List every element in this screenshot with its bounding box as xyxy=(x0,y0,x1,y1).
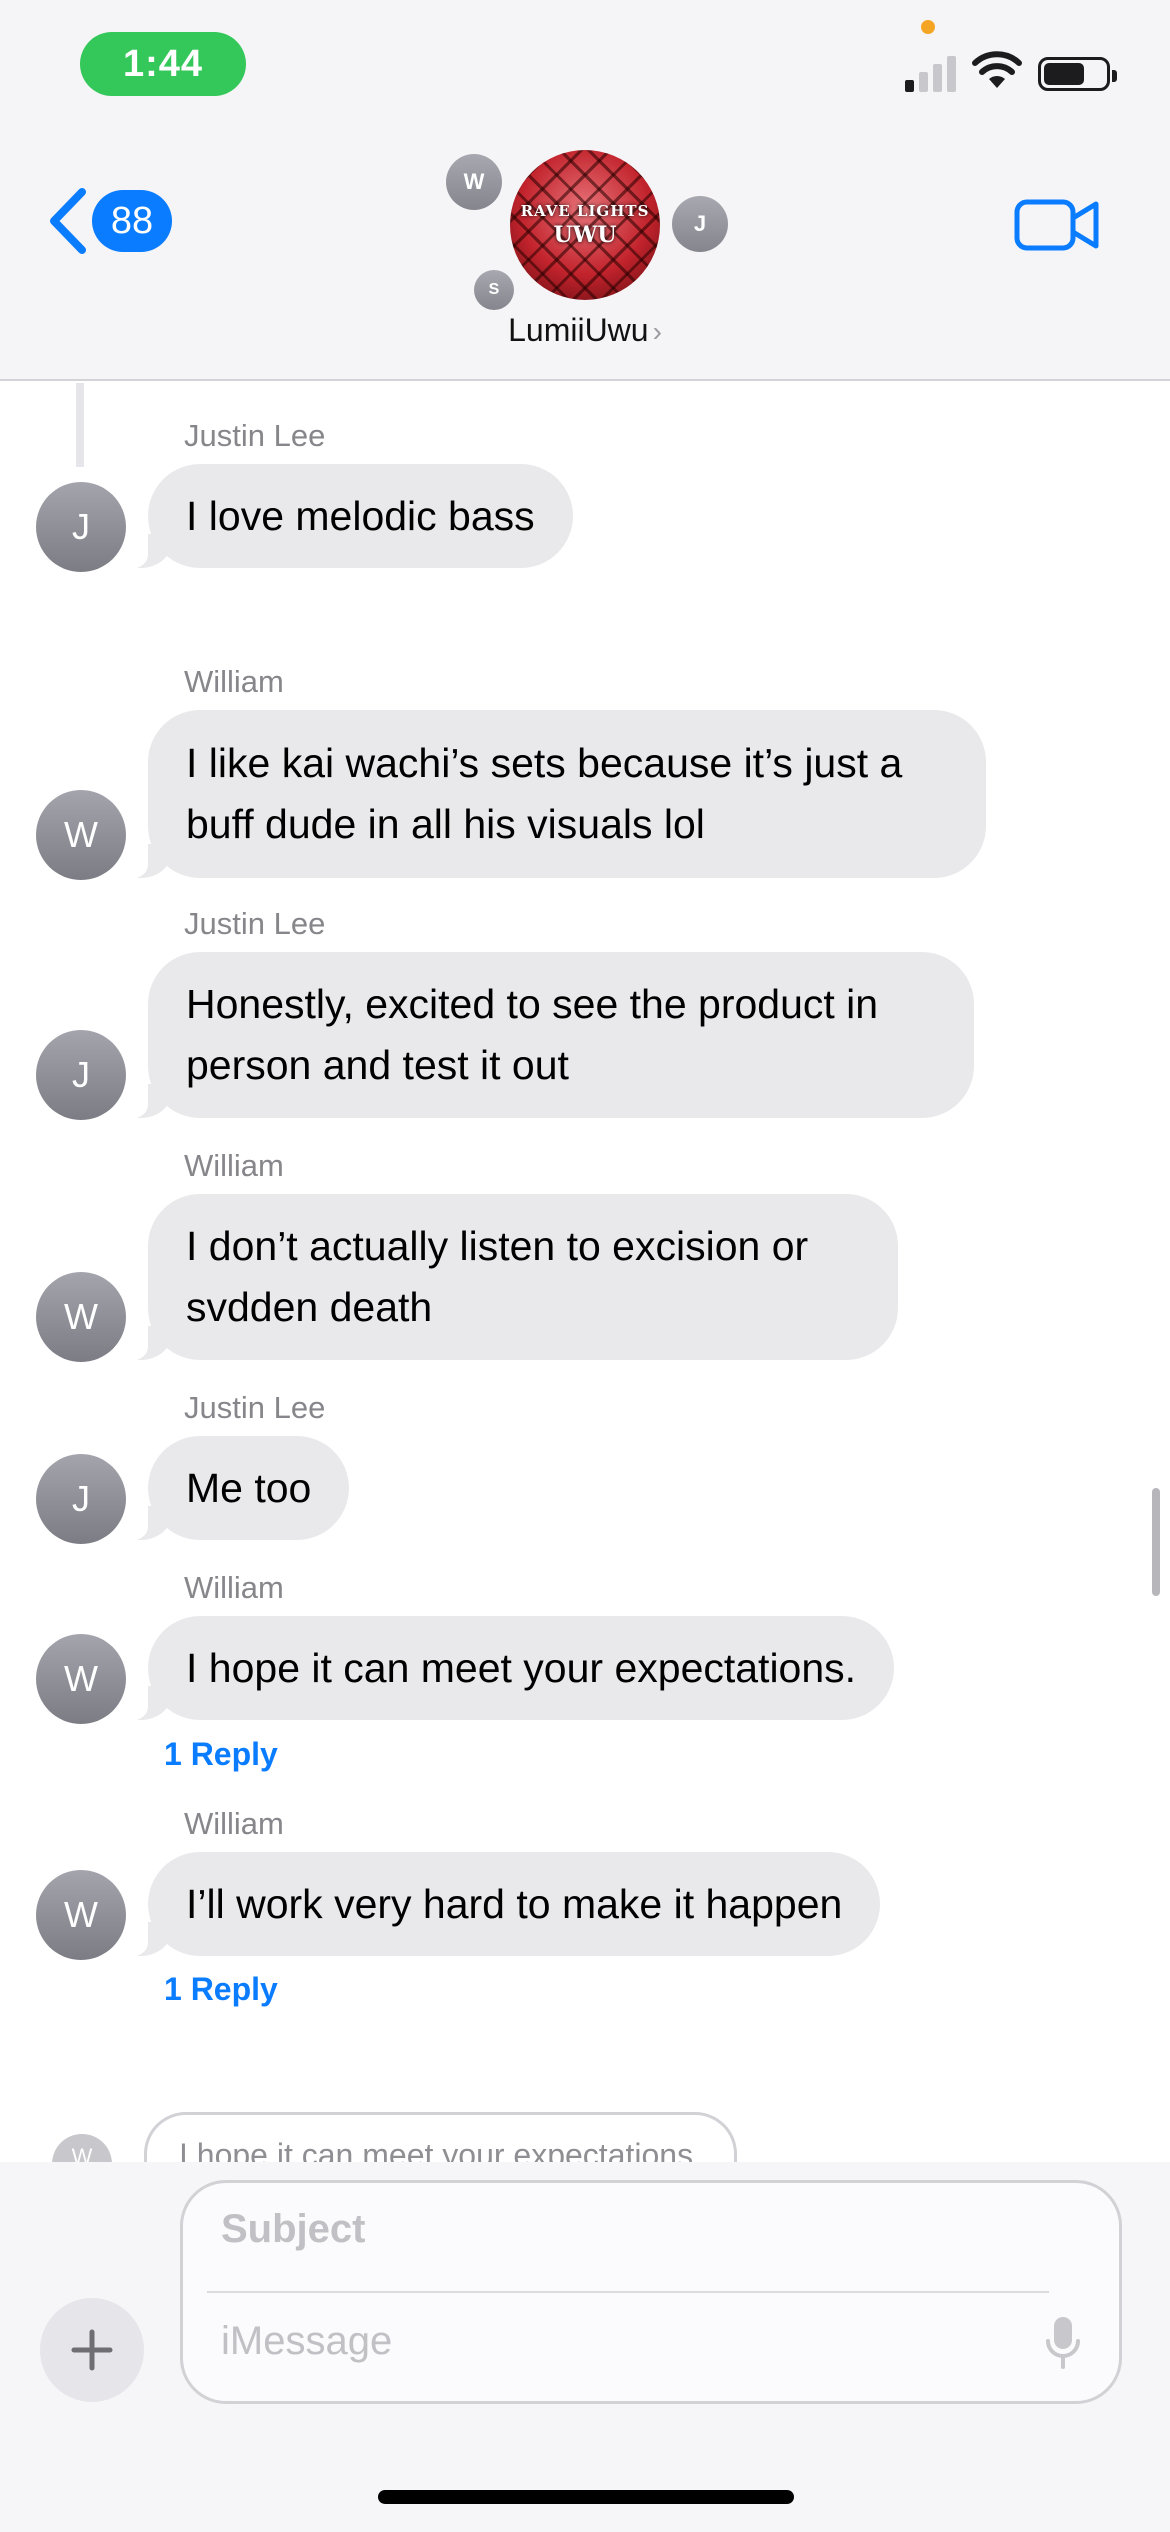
sender-name: William xyxy=(184,1806,284,1841)
group-name-button[interactable]: LumiiUwu › xyxy=(0,312,1170,349)
group-photo[interactable]: RAVE LIGHTS UWU xyxy=(510,150,660,300)
message-line: I like kai wachi’s sets because it’s jus… xyxy=(186,740,903,786)
conversation-header: 1:44 88 W RAVE LIGHTS UWU J S LumiiUwu › xyxy=(0,0,1170,381)
message-text: Honestly, excited to see the product in … xyxy=(186,974,878,1096)
sender-avatar[interactable]: W xyxy=(36,790,126,880)
group-photo-line2: UWU xyxy=(553,222,617,248)
message-line: svdden death xyxy=(186,1284,433,1330)
sender-avatar[interactable]: J xyxy=(36,1454,126,1544)
reply-count-link[interactable]: 1 Reply xyxy=(164,1736,278,1773)
message-bubble[interactable]: I like kai wachi’s sets because it’s jus… xyxy=(126,710,986,879)
sender-avatar[interactable]: W xyxy=(36,1870,126,1960)
sender-avatar[interactable]: J xyxy=(36,1030,126,1120)
sender-name: Justin Lee xyxy=(184,418,326,453)
message-bubble[interactable]: Me too xyxy=(125,1436,350,1541)
group-photo-line1: RAVE LIGHTS xyxy=(520,202,650,220)
message-bubble[interactable]: I love melodic bass xyxy=(126,464,573,569)
member-avatar-w: W xyxy=(446,154,502,210)
cellular-signal-icon xyxy=(905,54,956,92)
member-avatar-s: S xyxy=(474,270,514,310)
message-line: I don’t actually listen to excision or xyxy=(186,1223,809,1269)
reply-count-link[interactable]: 1 Reply xyxy=(164,1971,278,2008)
chevron-right-icon: › xyxy=(652,316,662,347)
sender-avatar[interactable]: J xyxy=(36,482,126,572)
scrollbar-thumb[interactable] xyxy=(1152,1488,1160,1596)
member-avatar-j: J xyxy=(672,196,728,252)
message-text: Me too xyxy=(186,1464,312,1511)
apps-plus-button[interactable] xyxy=(40,2298,144,2402)
message-text: I’ll work very hard to make it happen xyxy=(186,1880,843,1927)
subject-input[interactable]: Subject xyxy=(221,2207,365,2252)
message-text: I like kai wachi’s sets because it’s jus… xyxy=(186,733,902,855)
message-line: buff dude in all his visuals lol xyxy=(186,801,705,847)
message-text: I don’t actually listen to excision or s… xyxy=(186,1216,808,1338)
message-line: person and test it out xyxy=(186,1042,569,1088)
compose-field[interactable]: Subject iMessage xyxy=(180,2180,1122,2404)
message-bubble[interactable]: Honestly, excited to see the product in … xyxy=(126,952,974,1119)
sender-name: William xyxy=(184,1570,284,1605)
home-indicator[interactable] xyxy=(378,2490,794,2504)
chevron-left-icon xyxy=(50,188,86,254)
thread-line xyxy=(76,383,84,467)
sender-name: William xyxy=(184,664,284,699)
sender-name: Justin Lee xyxy=(184,1390,326,1425)
microphone-icon[interactable] xyxy=(1045,2315,1081,2371)
message-bubble[interactable]: I hope it can meet your expectations. xyxy=(125,1616,895,1721)
message-input[interactable]: iMessage xyxy=(221,2319,392,2364)
compose-divider xyxy=(207,2291,1049,2293)
unread-count-badge: 88 xyxy=(92,190,172,252)
plus-icon xyxy=(71,2329,113,2371)
sender-avatar[interactable]: W xyxy=(36,1634,126,1724)
message-text: I hope it can meet your expectations. xyxy=(186,1644,857,1691)
message-bubble[interactable]: I don’t actually listen to excision or s… xyxy=(126,1194,898,1361)
message-bubble[interactable]: I’ll work very hard to make it happen xyxy=(125,1852,881,1957)
sender-avatar[interactable]: W xyxy=(36,1272,126,1362)
back-button[interactable]: 88 xyxy=(46,186,172,256)
battery-icon xyxy=(1038,57,1117,91)
message-line: Honestly, excited to see the product in xyxy=(186,981,879,1027)
message-text: I love melodic bass xyxy=(186,492,535,539)
sender-name: Justin Lee xyxy=(184,906,326,941)
privacy-indicator-dot xyxy=(921,20,935,34)
sender-name: William xyxy=(184,1148,284,1183)
wifi-icon xyxy=(972,51,1022,88)
group-name: LumiiUwu xyxy=(508,312,649,348)
facetime-video-icon[interactable] xyxy=(1014,196,1100,254)
status-time[interactable]: 1:44 xyxy=(80,32,246,96)
